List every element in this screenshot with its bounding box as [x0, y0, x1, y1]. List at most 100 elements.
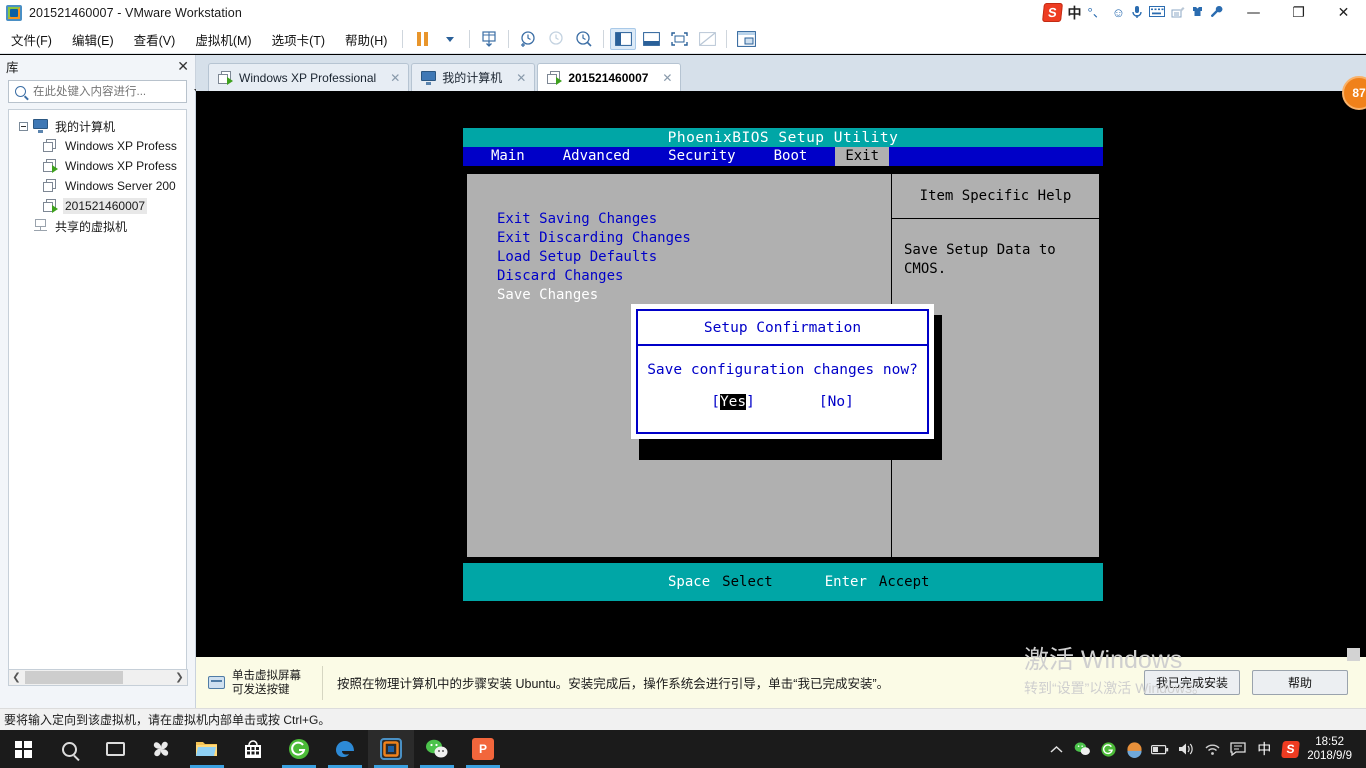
wrench-icon[interactable] [1210, 5, 1223, 20]
wechat-tray-icon[interactable] [1069, 730, 1095, 768]
ime-lang-icon[interactable]: 中 [1251, 730, 1277, 768]
manage-snapshots-icon[interactable] [476, 28, 502, 50]
taskbar-app-store[interactable] [230, 730, 276, 768]
scroll-left-icon[interactable]: ❮ [9, 672, 24, 683]
sogou-tray-icon[interactable]: S [1277, 730, 1303, 768]
tree-item-my-computer[interactable]: 我的计算机 [9, 116, 186, 136]
tree-item-shared-vms[interactable]: 共享的虚拟机 [9, 216, 186, 236]
hint-divider [322, 666, 323, 700]
dialog-no-button[interactable]: [No] [819, 394, 854, 410]
taskbar-app-wechat[interactable] [414, 730, 460, 768]
task-view-button[interactable] [92, 730, 138, 768]
tree-item-201521460007[interactable]: 201521460007 [9, 196, 186, 216]
console-view-icon[interactable] [733, 28, 759, 50]
maximize-button[interactable]: ❐ [1276, 0, 1321, 25]
sogou-ime-toolbar[interactable]: S 中 °、 ☺ [1035, 0, 1231, 25]
title-bar: 201521460007 - VMware Workstation S 中 °、… [0, 0, 1366, 25]
close-button[interactable]: ✕ [1321, 0, 1366, 25]
installation-complete-button[interactable]: 我已完成安装 [1144, 670, 1240, 695]
ime-emoji-icon[interactable]: ☺ [1112, 6, 1125, 19]
bios-option-exit-saving-changes[interactable]: Exit Saving Changes [467, 210, 891, 229]
menu-vm[interactable]: 虚拟机(M) [186, 26, 260, 53]
status-bar: 要将输入定向到该虚拟机，请在虚拟机内部单击或按 Ctrl+G。 [0, 708, 1366, 730]
unity-mode-icon[interactable] [694, 28, 720, 50]
bios-menu-advanced[interactable]: Advanced [553, 147, 640, 166]
notification-badge[interactable]: 87 [1342, 76, 1366, 110]
minimize-button[interactable]: — [1231, 0, 1276, 25]
menu-tabs[interactable]: 选项卡(T) [263, 26, 334, 53]
bios-menu-exit[interactable]: Exit [835, 147, 889, 166]
bios-option-discard-changes[interactable]: Discard Changes [467, 267, 891, 286]
dialog-yes-button[interactable]: [Yes] [711, 394, 755, 410]
tab-close-icon[interactable]: ✕ [390, 71, 400, 85]
bios-option-load-setup-defaults[interactable]: Load Setup Defaults [467, 248, 891, 267]
library-search-box[interactable] [8, 80, 187, 103]
taskbar-app-edge[interactable] [322, 730, 368, 768]
show-hidden-icons-button[interactable] [1043, 730, 1069, 768]
fullscreen-icon[interactable] [666, 28, 692, 50]
keyboard-icon[interactable] [1149, 6, 1165, 19]
start-button[interactable] [0, 730, 46, 768]
tree-item-label: Windows XP Profess [63, 158, 179, 174]
ime-language-icon[interactable]: 中 [1068, 6, 1082, 20]
power-dropdown-button[interactable] [437, 28, 463, 50]
tab-windows-xp-professional[interactable]: Windows XP Professional ✕ [208, 63, 409, 91]
take-snapshot-icon[interactable] [515, 28, 541, 50]
taskbar-app-file-explorer[interactable] [184, 730, 230, 768]
app-tray-icon[interactable] [1121, 730, 1147, 768]
ime-punctuation-icon[interactable]: °、 [1088, 6, 1106, 19]
skin-icon[interactable] [1191, 5, 1204, 20]
tab-my-computer[interactable]: 我的计算机 ✕ [411, 63, 535, 91]
show-thumbnail-bar-icon[interactable] [638, 28, 664, 50]
library-horizontal-scrollbar[interactable]: ❮ ❯ [8, 669, 188, 686]
keyboard-icon [208, 676, 225, 689]
handwriting-icon[interactable] [1171, 6, 1185, 20]
bios-menu-security[interactable]: Security [658, 147, 745, 166]
sogou-logo-icon[interactable]: S [1042, 3, 1063, 22]
help-button[interactable]: 帮助 [1252, 670, 1348, 695]
menu-view[interactable]: 查看(V) [125, 26, 185, 53]
tree-item-winxp-1[interactable]: Windows XP Profess [9, 136, 186, 156]
taskbar-app-fan[interactable] [138, 730, 184, 768]
bios-menu-main[interactable]: Main [481, 147, 535, 166]
taskbar-app-wps[interactable]: P [460, 730, 506, 768]
volume-icon[interactable] [1173, 730, 1199, 768]
battery-icon[interactable] [1147, 730, 1173, 768]
mic-icon[interactable] [1131, 5, 1143, 21]
search-button[interactable] [46, 730, 92, 768]
tree-item-winserver[interactable]: Windows Server 200 [9, 176, 186, 196]
tree-item-winxp-2[interactable]: Windows XP Profess [9, 156, 186, 176]
toolbar-divider-4 [603, 30, 604, 48]
360-tray-icon[interactable] [1095, 730, 1121, 768]
menu-help[interactable]: 帮助(H) [336, 26, 396, 53]
vm-console-screen[interactable]: 87 PhoenixBIOS Setup Utility Main Advanc… [196, 91, 1366, 657]
expander-icon[interactable] [19, 122, 28, 131]
revert-snapshot-icon[interactable] [543, 28, 569, 50]
scroll-right-icon[interactable]: ❯ [172, 672, 187, 683]
bios-option-save-changes[interactable]: Save Changes [467, 286, 891, 305]
menu-edit[interactable]: 编辑(E) [63, 26, 123, 53]
action-center-icon[interactable] [1225, 730, 1251, 768]
taskbar-clock[interactable]: 18:52 2018/9/9 [1303, 735, 1360, 763]
search-icon [15, 86, 26, 97]
taskbar-app-vmware[interactable] [368, 730, 414, 768]
fan-app-icon [149, 737, 173, 761]
bios-option-exit-discarding-changes[interactable]: Exit Discarding Changes [467, 229, 891, 248]
vm-icon [43, 179, 58, 193]
search-input[interactable] [31, 85, 189, 99]
scrollbar-thumb[interactable] [25, 671, 123, 684]
tab-close-icon[interactable]: ✕ [662, 71, 672, 85]
show-library-icon[interactable] [610, 28, 636, 50]
taskbar-app-360-browser[interactable] [276, 730, 322, 768]
tab-201521460007[interactable]: 201521460007 ✕ [537, 63, 681, 91]
snapshot-manager-icon[interactable] [571, 28, 597, 50]
tab-close-icon[interactable]: ✕ [516, 71, 526, 85]
watermark-close-icon[interactable] [1347, 648, 1360, 661]
library-close-icon[interactable]: ✕ [177, 59, 189, 75]
vm-icon [43, 159, 58, 173]
bios-menu-boot[interactable]: Boot [764, 147, 818, 166]
menu-file[interactable]: 文件(F) [2, 26, 61, 53]
suspend-button[interactable] [409, 28, 435, 50]
network-icon[interactable] [1199, 730, 1225, 768]
vmware-workstation-icon [379, 737, 403, 761]
